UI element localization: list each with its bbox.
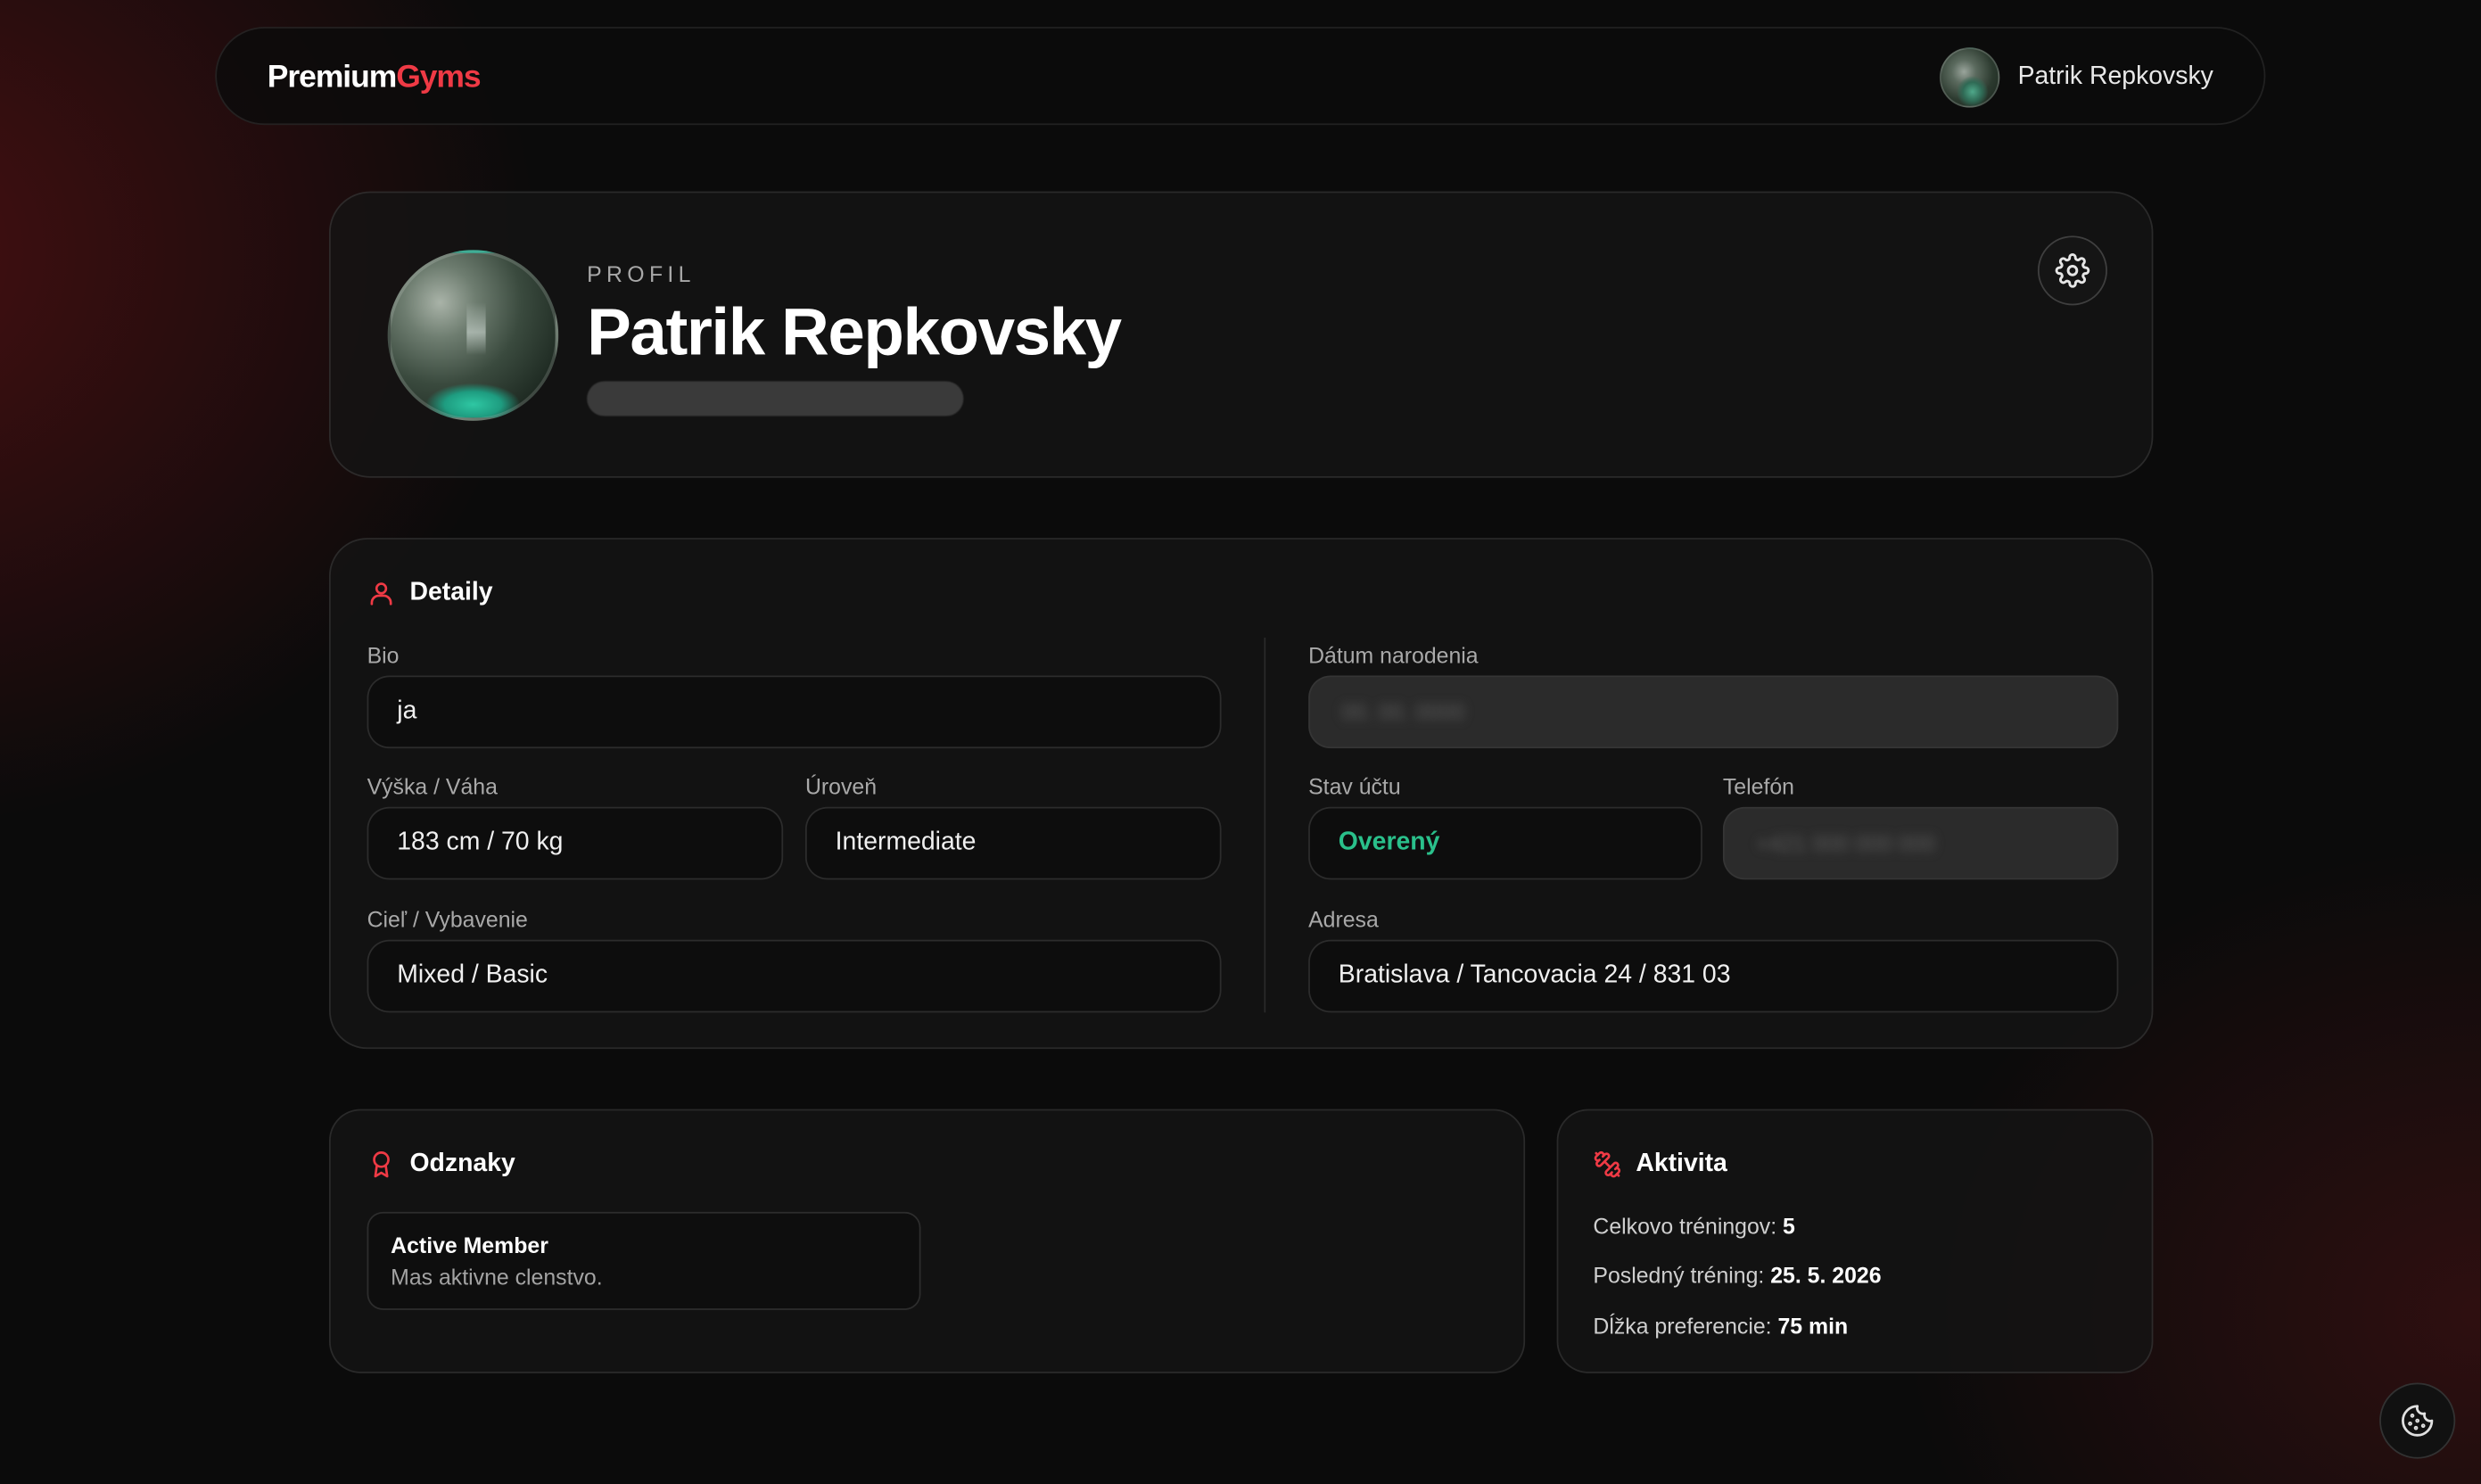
bio-value: ja (397, 697, 417, 725)
cookie-settings-button[interactable] (2379, 1382, 2456, 1459)
cookie-icon (2402, 1405, 2434, 1437)
level-value: Intermediate (835, 829, 977, 856)
height-weight-field[interactable]: 183 cm / 70 kg (367, 806, 784, 880)
settings-button[interactable] (2037, 235, 2107, 306)
bio-label: Bio (367, 642, 400, 668)
activity-pref-value: 75 min (1777, 1313, 1849, 1339)
address-value: Bratislava / Tancovacia 24 / 831 03 (1338, 961, 1731, 989)
goal-field[interactable]: Mixed / Basic (367, 939, 1222, 1013)
activity-pref-label: Dĺžka preferencie: (1593, 1313, 1772, 1339)
details-title: Detaily (367, 579, 493, 607)
avatar (1940, 47, 2001, 108)
activity-total-trainings: Celkovo tréningov: 5 (1593, 1214, 1794, 1239)
profile-avatar (387, 250, 559, 421)
goal-label: Cieľ / Vybavenie (367, 906, 528, 932)
activity-last-value: 25. 5. 2026 (1770, 1262, 1882, 1289)
profile-email-blurred: hidden (587, 381, 964, 416)
badges-title-text: Odznaky (409, 1150, 515, 1177)
activity-total-label: Celkovo tréningov: (1593, 1213, 1777, 1240)
logo[interactable]: PremiumGyms (267, 60, 482, 96)
award-icon (373, 1151, 390, 1178)
page: PremiumGyms Patrik Repkovsky PROFIL Patr… (0, 0, 2481, 1484)
user-icon (370, 582, 392, 606)
activity-total-value: 5 (1783, 1213, 1795, 1240)
logo-part-premium: Premium (267, 60, 397, 95)
activity-preferred-duration: Dĺžka preferencie: 75 min (1593, 1313, 1848, 1338)
account-status-field: Overený (1308, 806, 1702, 880)
birth-date-value: 00. 00. 0000 (1341, 699, 1465, 725)
activity-last-training: Posledný tréning: 25. 5. 2026 (1593, 1263, 1881, 1288)
status-badge: Overený (1338, 829, 1440, 856)
badge-description: Mas aktivne clenstvo. (391, 1264, 603, 1290)
birth-date-label: Dátum narodenia (1308, 642, 1479, 668)
user-menu-name: Patrik Repkovsky (2017, 62, 2213, 91)
account-status-label: Stav účtu (1308, 773, 1401, 799)
gear-icon (2055, 253, 2090, 288)
goal-value: Mixed / Basic (397, 961, 548, 989)
activity-title-text: Aktivita (1636, 1150, 1727, 1177)
badges-title: Odznaky (367, 1150, 515, 1179)
phone-value: +421 000 000 000 (1756, 830, 1936, 856)
profile-header-card: PROFIL Patrik Repkovsky hidden (328, 191, 2154, 478)
dumbbell-icon (1594, 1150, 1621, 1178)
bio-field[interactable]: ja (367, 675, 1222, 749)
page-title: Patrik Repkovsky (587, 293, 1122, 369)
height-weight-value: 183 cm / 70 kg (397, 829, 564, 856)
height-weight-label: Výška / Váha (367, 773, 498, 799)
level-field[interactable]: Intermediate (804, 806, 1222, 880)
column-divider (1264, 637, 1266, 1013)
details-title-text: Detaily (409, 579, 493, 606)
birth-date-field[interactable]: 00. 00. 0000 (1308, 675, 2119, 749)
activity-last-label: Posledný tréning: (1593, 1262, 1765, 1289)
badges-card: Odznaky Active Member Mas aktivne clenst… (328, 1109, 1526, 1373)
activity-card: Aktivita Celkovo tréningov: 5 Posledný t… (1556, 1109, 2154, 1373)
details-card: Detaily Bio ja Výška / Váha 183 cm / 70 … (328, 538, 2154, 1050)
top-navbar: PremiumGyms Patrik Repkovsky (215, 27, 2266, 126)
profile-eyebrow: PROFIL (587, 260, 696, 287)
activity-title: Aktivita (1593, 1150, 1727, 1179)
badge-item: Active Member Mas aktivne clenstvo. (367, 1211, 921, 1310)
phone-label: Telefón (1722, 773, 1794, 799)
level-label: Úroveň (804, 773, 878, 799)
phone-field[interactable]: +421 000 000 000 (1722, 806, 2119, 880)
badge-title: Active Member (391, 1232, 548, 1258)
address-label: Adresa (1308, 906, 1379, 932)
address-field[interactable]: Bratislava / Tancovacia 24 / 831 03 (1308, 939, 2119, 1013)
logo-part-gyms: Gyms (396, 60, 481, 95)
user-menu[interactable]: Patrik Repkovsky (1940, 45, 2213, 109)
